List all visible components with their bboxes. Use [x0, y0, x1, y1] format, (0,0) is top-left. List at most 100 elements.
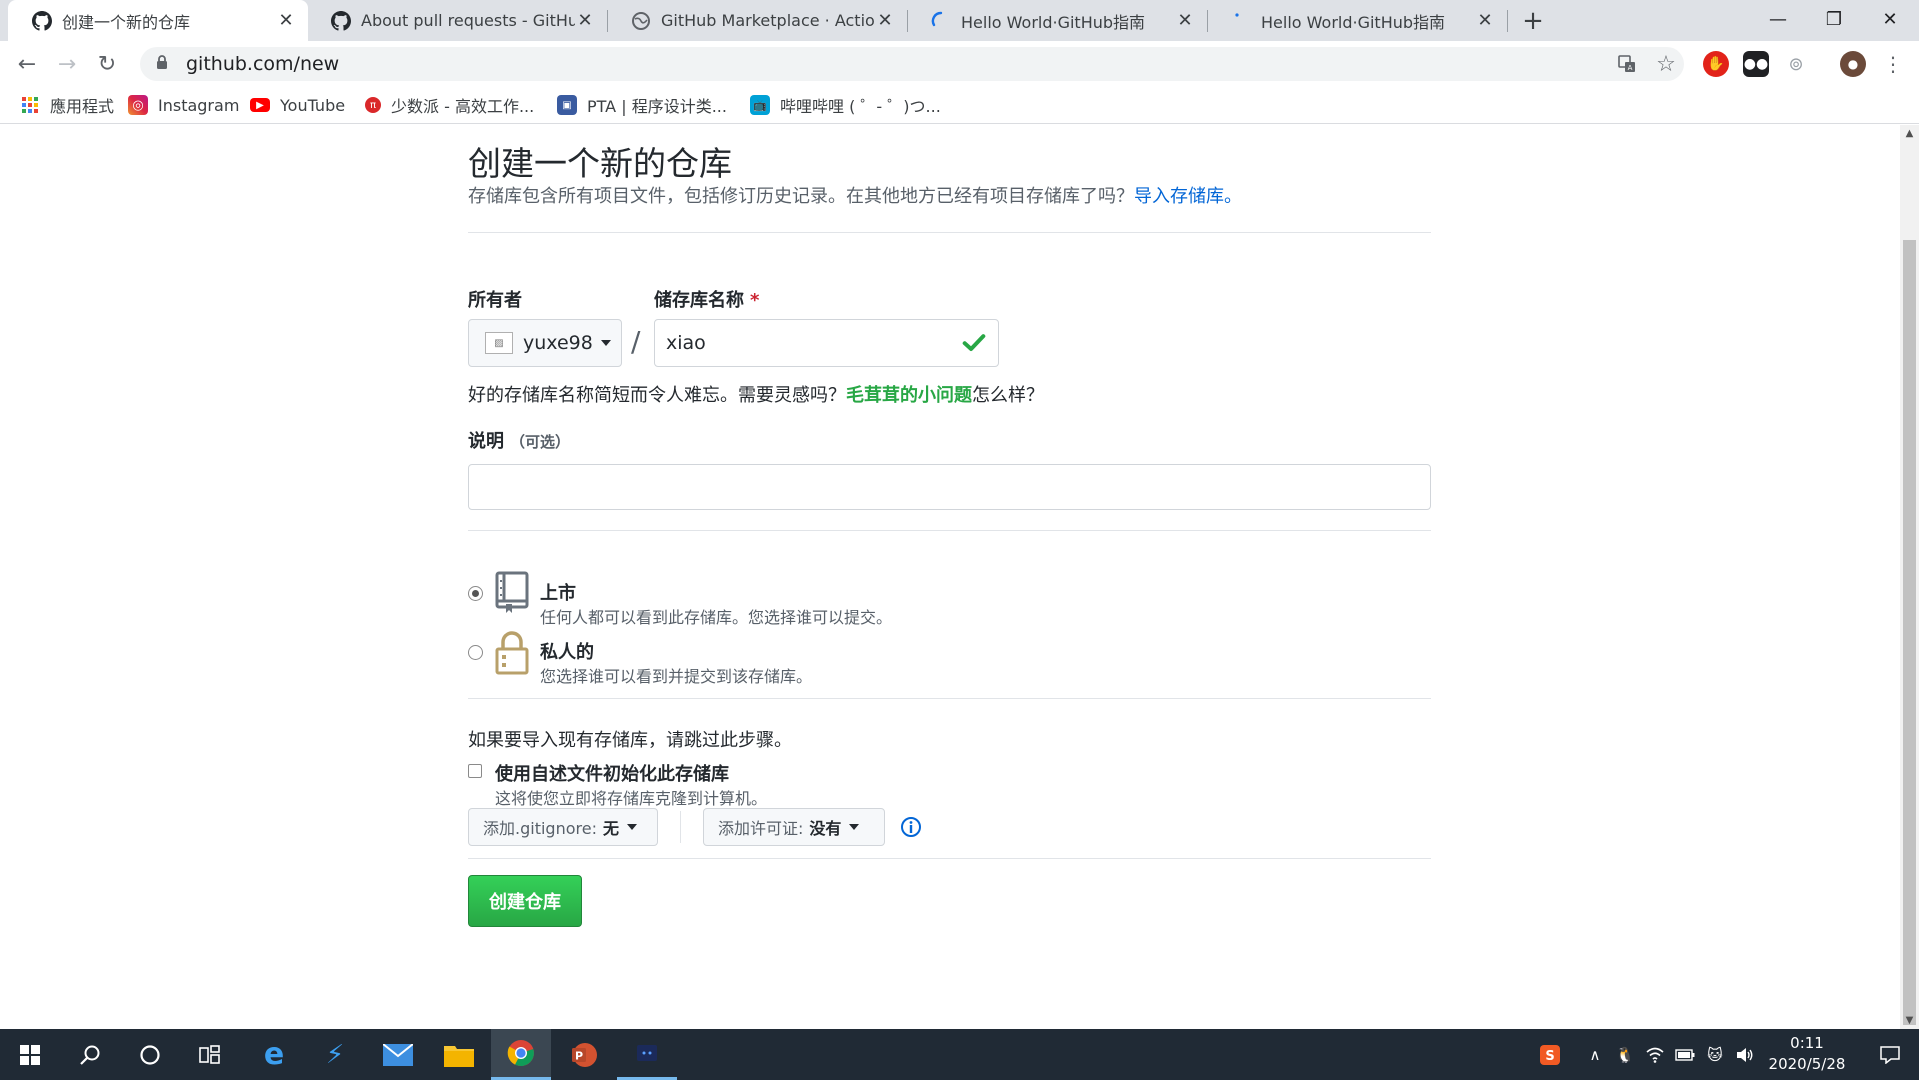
bookmark-label: 哔哩哔哩 ( ゜- ゜)つ... [780, 97, 941, 116]
restore-button[interactable]: ❐ [1806, 0, 1862, 38]
browser-menu-icon[interactable]: ⋮ [1880, 51, 1906, 77]
tab-marketplace[interactable]: GitHub Marketplace · Actions t ✕ [607, 0, 907, 41]
profile-avatar-icon[interactable]: ● [1840, 51, 1866, 77]
tab-strip: 创建一个新的仓库 ✕ About pull requests - GitHub … [0, 0, 1919, 41]
repo-name-value: xiao [666, 332, 706, 354]
hint-prefix: 好的存储库名称简短而令人难忘。需要灵感吗？ [468, 385, 846, 406]
close-window-button[interactable]: ✕ [1862, 0, 1918, 38]
repo-name-label-text: 储存库名称 [654, 290, 744, 311]
windows-start-icon[interactable] [0, 1029, 60, 1080]
import-repo-link[interactable]: 导入存储库。 [1134, 186, 1242, 207]
wifi-icon[interactable] [1642, 1029, 1668, 1080]
owner-value: yuxe98 [523, 332, 593, 354]
cat-tray-icon[interactable]: 🐱 [1702, 1029, 1728, 1080]
scroll-down-icon[interactable]: ▼ [1900, 1012, 1919, 1029]
repo-name-input[interactable]: xiao [654, 319, 999, 367]
volume-icon[interactable] [1732, 1029, 1758, 1080]
owner-label: 所有者 [468, 290, 522, 311]
extension-icon[interactable]: ●● [1743, 51, 1769, 77]
repo-name-hint: 好的存储库名称简短而令人难忘。需要灵感吗？毛茸茸的小问题怎么样？ [468, 381, 1044, 407]
weibo-extension-icon[interactable]: ⊚ [1783, 51, 1809, 77]
vscode-icon[interactable]: ⚡ [305, 1029, 365, 1080]
globe-icon [631, 11, 651, 31]
back-button[interactable]: ← [12, 49, 42, 79]
close-icon[interactable]: ✕ [575, 10, 595, 31]
bookmark-star-icon[interactable]: ☆ [1651, 49, 1681, 79]
divider [468, 698, 1431, 699]
repo-name-label: 储存库名称 * [654, 286, 759, 312]
caret-down-icon [626, 824, 637, 830]
gitignore-label: 添加.gitignore: [483, 819, 597, 838]
scroll-up-icon[interactable]: ▲ [1900, 125, 1919, 142]
name-suggestion[interactable]: 毛茸茸的小问题 [846, 385, 972, 406]
instagram-icon: ◎ [128, 95, 148, 115]
battery-icon[interactable] [1672, 1029, 1698, 1080]
tab-hello-world-2[interactable]: Hello World·GitHub指南 ✕ [1207, 0, 1507, 41]
bookmark-apps[interactable]: 應用程式 [20, 87, 114, 123]
bookmark-instagram[interactable]: ◎ Instagram [128, 87, 239, 123]
tab-title: Hello World·GitHub指南 [961, 12, 1146, 32]
bookmark-label: 少数派 - 高效工作... [391, 97, 535, 116]
task-view-icon[interactable] [180, 1029, 240, 1080]
tab-pull-requests[interactable]: About pull requests - GitHub H ✕ [307, 0, 607, 41]
bookmark-label: YouTube [280, 95, 346, 115]
gitignore-select[interactable]: 添加.gitignore: 无 [468, 808, 658, 846]
tray-expand-icon[interactable]: ∧ [1582, 1029, 1608, 1080]
page-scrollbar[interactable]: ▲ ▼ [1900, 125, 1919, 1029]
address-bar[interactable]: github.com/new [140, 47, 1684, 81]
close-icon[interactable]: ✕ [276, 10, 296, 31]
loading-spinner-icon [931, 11, 951, 31]
bookmark-youtube[interactable]: ▶ YouTube [250, 87, 345, 123]
clock-time: 0:11 [1790, 1034, 1824, 1052]
skip-step-note: 如果要导入现有存储库，请跳过此步骤。 [468, 730, 792, 751]
search-icon[interactable] [60, 1029, 120, 1080]
powerpoint-icon[interactable]: P [554, 1029, 614, 1080]
adblock-extension-icon[interactable]: ✋ [1703, 51, 1729, 77]
private-title: 私人的 [540, 642, 594, 663]
translate-icon[interactable]: A [1612, 49, 1642, 79]
bookmark-pta[interactable]: ▣ PTA | 程序设计类... [557, 87, 727, 123]
private-note: 您选择谁可以看到并提交到该存储库。 [540, 667, 813, 686]
close-icon[interactable]: ✕ [1475, 10, 1495, 31]
bookmark-label: Instagram [158, 95, 240, 115]
minimize-button[interactable]: — [1750, 0, 1806, 38]
public-title: 上市 [540, 583, 576, 604]
description-label-text: 说明 [468, 431, 504, 452]
tab-hello-world-1[interactable]: Hello World·GitHub指南 ✕ [907, 0, 1207, 41]
qq-tray-icon[interactable]: 🐧 [1612, 1029, 1638, 1080]
lock-icon [495, 631, 529, 675]
info-icon[interactable] [900, 816, 922, 838]
divider [468, 858, 1431, 859]
bookmark-bilibili[interactable]: 📺 哔哩哔哩 ( ゜- ゜)つ... [750, 87, 941, 123]
chrome-taskbar-icon[interactable] [491, 1029, 551, 1080]
app-taskbar-icon[interactable] [617, 1029, 677, 1080]
scroll-thumb[interactable] [1903, 240, 1916, 1025]
bookmark-sspai[interactable]: π 少数派 - 高效工作... [365, 87, 534, 123]
new-tab-button[interactable]: + [1518, 6, 1548, 36]
owner-repo-separator: / [631, 325, 641, 358]
license-select[interactable]: 添加许可证: 没有 [703, 808, 885, 846]
notification-center-icon[interactable] [1866, 1029, 1914, 1080]
public-radio[interactable] [468, 586, 483, 601]
edge-icon[interactable]: e [244, 1029, 304, 1080]
license-label: 添加许可证: [718, 819, 804, 838]
tab-create-repo[interactable]: 创建一个新的仓库 ✕ [8, 0, 308, 41]
close-icon[interactable]: ✕ [875, 10, 895, 31]
description-input[interactable] [468, 464, 1431, 510]
file-explorer-icon[interactable] [429, 1029, 489, 1080]
cortana-icon[interactable] [120, 1029, 180, 1080]
taskbar-clock[interactable]: 0:11 2020/5/28 [1762, 1033, 1852, 1075]
sogou-ime-icon[interactable]: S [1535, 1029, 1565, 1080]
close-icon[interactable]: ✕ [1175, 10, 1195, 31]
create-repository-button[interactable]: 创建仓库 [468, 875, 582, 927]
pta-icon: ▣ [557, 95, 577, 115]
private-radio[interactable] [468, 645, 483, 660]
divider [468, 530, 1431, 531]
youtube-icon: ▶ [250, 98, 270, 112]
owner-select[interactable]: ▨ yuxe98 [468, 319, 622, 367]
forward-button[interactable]: → [52, 49, 82, 79]
mail-icon[interactable] [368, 1029, 428, 1080]
svg-text:S: S [1545, 1049, 1554, 1064]
reload-button[interactable]: ↻ [92, 49, 122, 79]
init-readme-checkbox[interactable] [468, 764, 482, 778]
